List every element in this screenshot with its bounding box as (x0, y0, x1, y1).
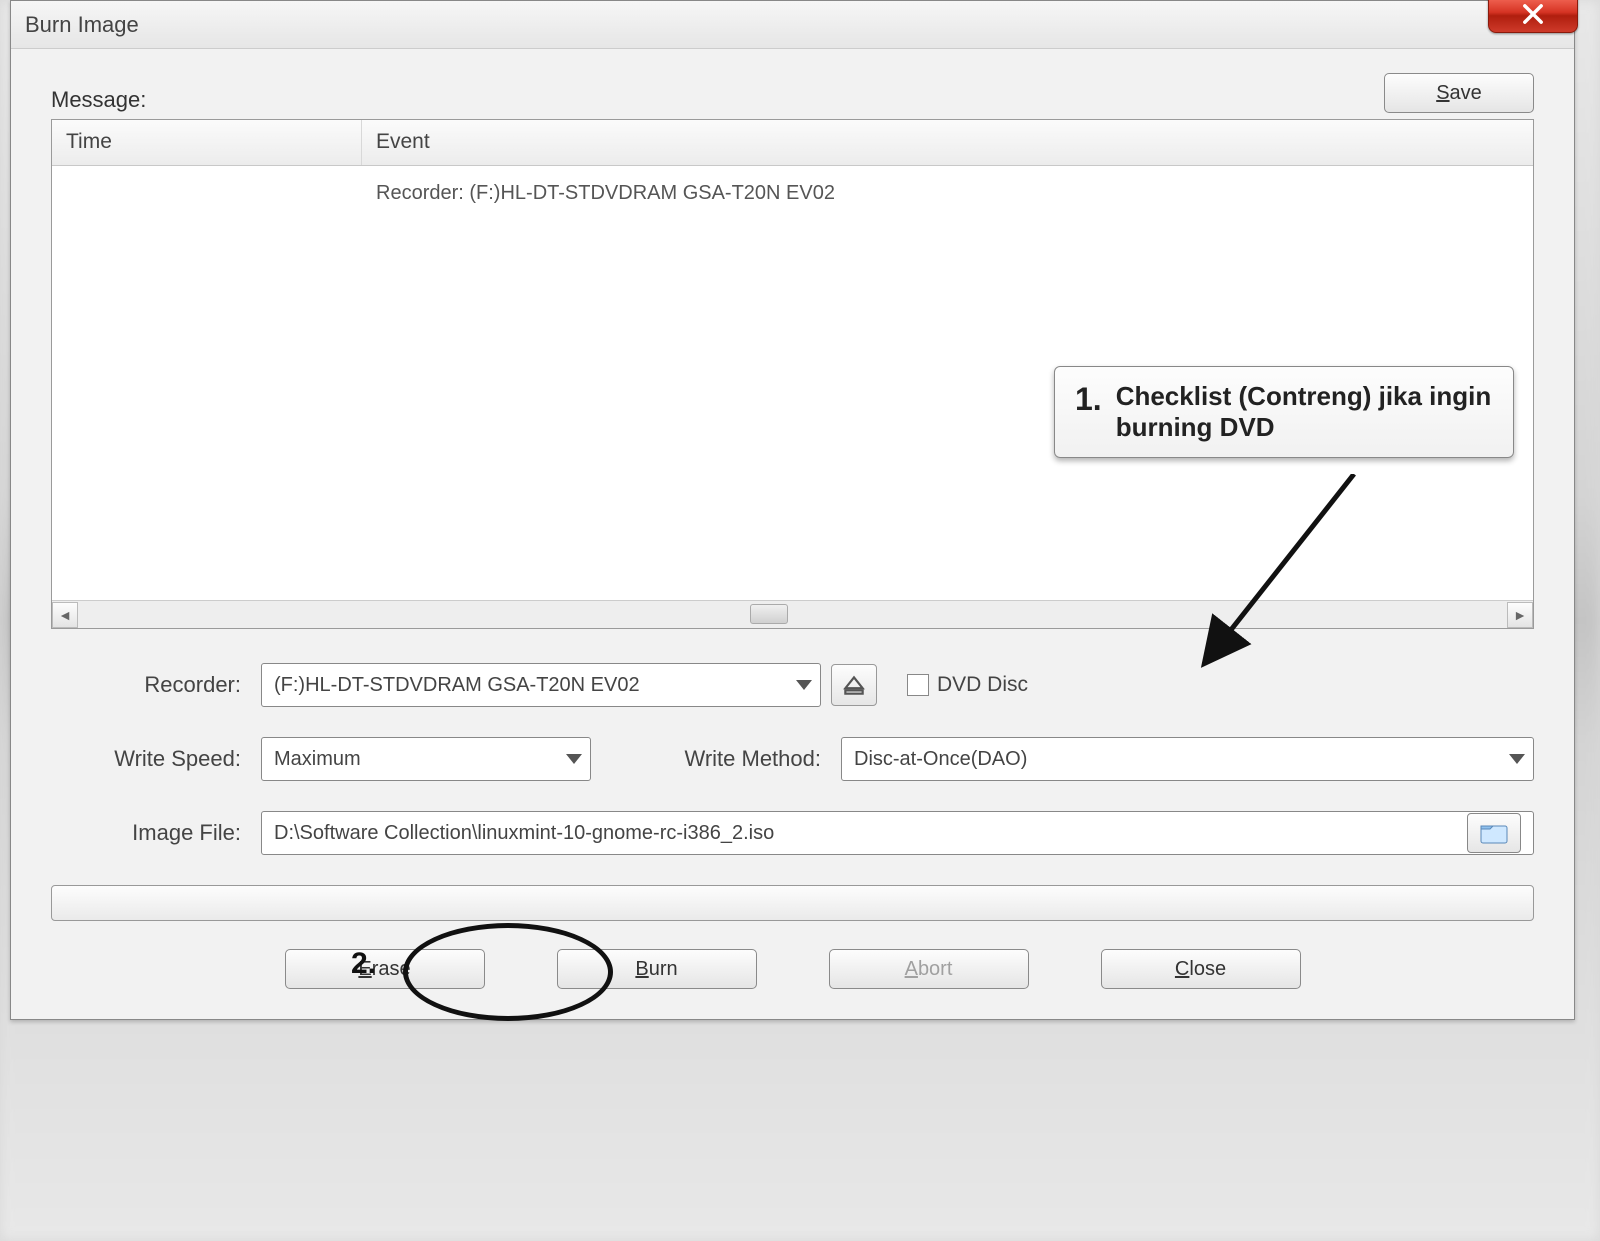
save-button-label: Save (1436, 82, 1482, 105)
save-button[interactable]: Save (1384, 73, 1534, 113)
chevron-down-icon (1509, 754, 1525, 764)
write-speed-label: Write Speed: (51, 746, 251, 772)
abort-button-label: Abort (905, 958, 953, 981)
window-close-button[interactable] (1488, 0, 1578, 33)
write-method-select[interactable]: Disc-at-Once(DAO) (841, 737, 1534, 781)
close-icon (1519, 0, 1547, 28)
recorder-label: Recorder: (51, 672, 251, 698)
write-speed-value: Maximum (274, 748, 361, 771)
column-time[interactable]: Time (52, 120, 362, 165)
image-file-label: Image File: (51, 820, 251, 846)
message-label: Message: (51, 87, 146, 113)
scroll-left-arrow-icon[interactable]: ◄ (52, 602, 78, 628)
scroll-right-arrow-icon[interactable]: ► (1507, 602, 1533, 628)
erase-button[interactable]: Erase (285, 949, 485, 989)
eject-button[interactable] (831, 664, 877, 706)
cell-time (52, 172, 362, 215)
burn-button[interactable]: Burn (557, 949, 757, 989)
recorder-select[interactable]: (F:)HL-DT-STDVDRAM GSA-T20N EV02 (261, 663, 821, 707)
annotation-step1-number: 1. (1075, 381, 1102, 443)
image-file-value: D:\Software Collection\linuxmint-10-gnom… (274, 822, 774, 845)
dvd-disc-option[interactable]: DVD Disc (907, 673, 1028, 697)
recorder-value: (F:)HL-DT-STDVDRAM GSA-T20N EV02 (274, 674, 640, 697)
close-button-label: Close (1175, 958, 1226, 981)
abort-button: Abort (829, 949, 1029, 989)
annotation-step2-number: 2. (351, 947, 376, 981)
write-method-value: Disc-at-Once(DAO) (854, 748, 1027, 771)
window-title: Burn Image (25, 12, 139, 38)
progress-bar (51, 885, 1534, 921)
scroll-thumb[interactable] (750, 604, 788, 624)
table-row: Recorder: (F:)HL-DT-STDVDRAM GSA-T20N EV… (52, 172, 1533, 215)
annotation-arrow-icon (1194, 474, 1454, 694)
write-speed-select[interactable]: Maximum (261, 737, 591, 781)
close-button[interactable]: Close (1101, 949, 1301, 989)
message-log-header: Time Event (52, 120, 1533, 166)
write-method-label: Write Method: (601, 746, 831, 772)
titlebar: Burn Image (11, 1, 1574, 49)
annotation-step1-text: Checklist (Contreng) jika ingin burning … (1116, 381, 1493, 443)
chevron-down-icon (796, 680, 812, 690)
folder-icon (1480, 822, 1508, 844)
burn-button-label: Burn (635, 958, 677, 981)
burn-image-dialog: Burn Image Message: Save Time Event Reco… (10, 0, 1575, 1020)
dvd-disc-label: DVD Disc (937, 673, 1028, 697)
chevron-down-icon (566, 754, 582, 764)
annotation-step1-callout: 1. Checklist (Contreng) jika ingin burni… (1054, 366, 1514, 458)
browse-button[interactable] (1467, 813, 1521, 853)
eject-icon (841, 672, 867, 698)
cell-event: Recorder: (F:)HL-DT-STDVDRAM GSA-T20N EV… (362, 172, 1533, 215)
image-file-input[interactable]: D:\Software Collection\linuxmint-10-gnom… (261, 811, 1534, 855)
column-event[interactable]: Event (362, 120, 1533, 165)
dvd-disc-checkbox[interactable] (907, 674, 929, 696)
